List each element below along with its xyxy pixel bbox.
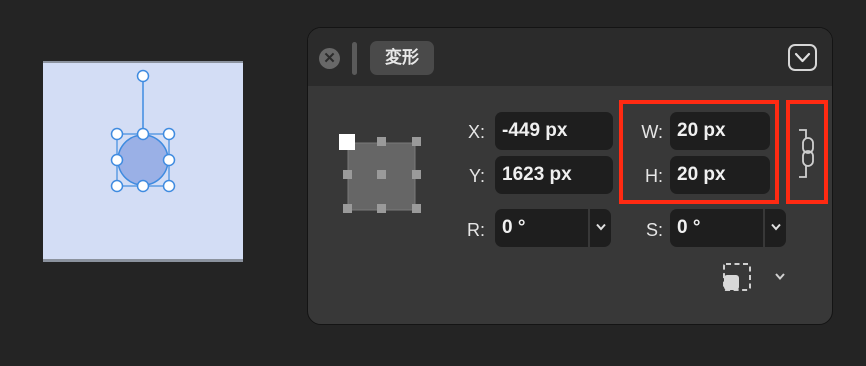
rotation-field[interactable]: 0 °	[495, 209, 588, 247]
anchor-grid-icon[interactable]	[333, 128, 423, 218]
chevron-down-icon	[771, 223, 781, 231]
shear-field[interactable]: 0 °	[670, 209, 763, 247]
chevron-down-icon	[794, 52, 811, 63]
collapse-button[interactable]	[788, 44, 817, 71]
chevron-down-icon	[596, 223, 606, 231]
highlight-size-fields	[619, 100, 779, 204]
close-icon[interactable]: ✕	[319, 48, 340, 69]
y-label: Y:	[468, 166, 485, 186]
transform-panel: ✕ 変形 X: -449 px Y: 1623 px W: 20 px H: 2…	[307, 27, 833, 325]
panel-header: ✕ 変形	[308, 28, 832, 86]
panel-title-tab[interactable]: 変形	[370, 41, 434, 75]
header-divider	[352, 42, 357, 75]
x-label: X:	[467, 122, 485, 142]
canvas-preview[interactable]	[43, 61, 243, 262]
r-label: R:	[467, 220, 485, 240]
shear-dropdown[interactable]	[764, 209, 786, 247]
x-position-field[interactable]: -449 px	[495, 112, 613, 150]
highlight-link-icon	[786, 100, 828, 204]
chevron-down-icon[interactable]	[774, 272, 786, 281]
bounding-box-icon[interactable]	[722, 262, 752, 292]
selected-circle-shape[interactable]	[43, 63, 243, 262]
y-position-field[interactable]: 1623 px	[495, 156, 613, 194]
s-label: S:	[645, 220, 663, 240]
rotation-dropdown[interactable]	[589, 209, 611, 247]
